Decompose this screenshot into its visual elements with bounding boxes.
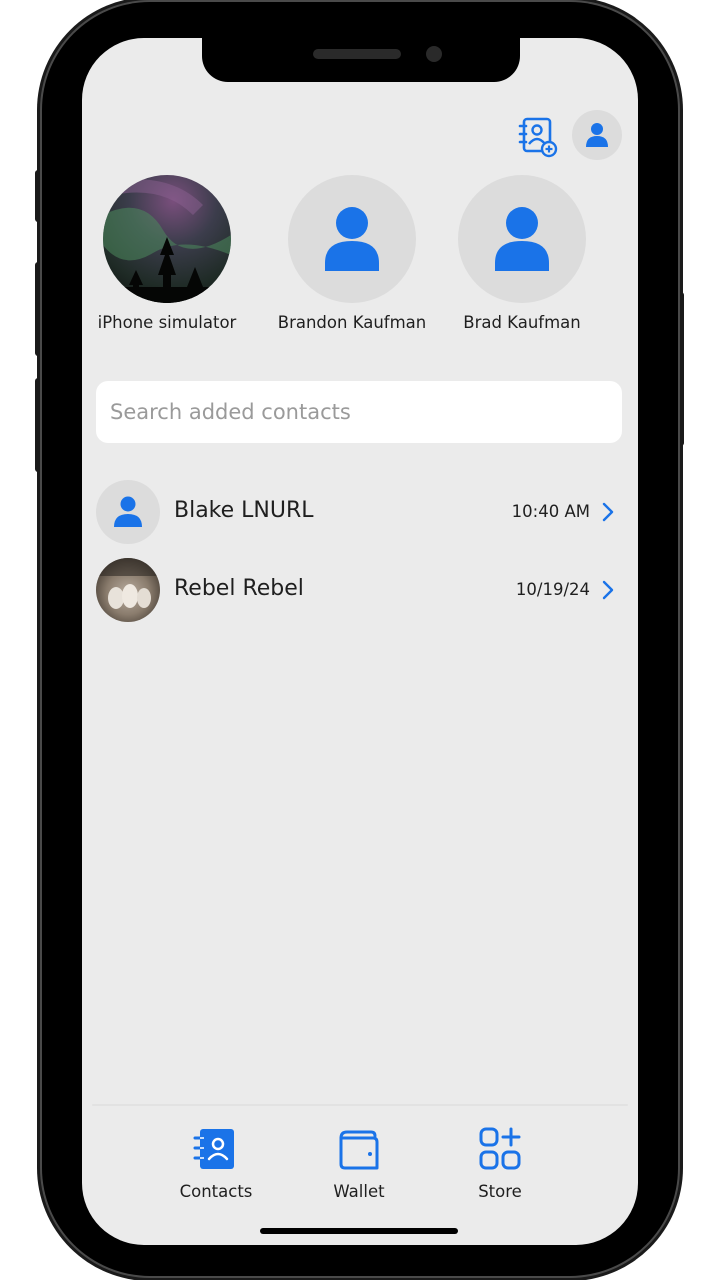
search-input[interactable] — [96, 381, 622, 443]
address-book-plus-icon[interactable] — [516, 115, 560, 159]
pinned-contact-name: Brad Kaufman — [463, 313, 581, 332]
person-icon — [495, 207, 549, 271]
home-indicator — [260, 1228, 458, 1234]
contact-name: Blake LNURL — [174, 498, 314, 523]
speaker — [313, 49, 401, 59]
tab-contacts[interactable]: Contacts — [156, 1126, 276, 1201]
photo-avatar — [96, 558, 160, 622]
contact-row[interactable]: Blake LNURL 10:40 AM — [96, 480, 622, 546]
app-screen: iPhone simulator Brandon Kaufman Brad Ka… — [82, 38, 638, 1245]
person-icon — [325, 207, 379, 271]
chevron-right-icon — [602, 502, 614, 522]
pinned-contact-name: iPhone simulator — [97, 313, 237, 332]
tab-label: Contacts — [179, 1182, 253, 1201]
pinned-contact-name: Brandon Kaufman — [277, 313, 427, 332]
aurora-photo-avatar — [103, 175, 231, 303]
phone-frame: iPhone simulator Brandon Kaufman Brad Ka… — [42, 2, 678, 1276]
tab-label: Store — [478, 1182, 522, 1201]
avatar — [288, 175, 416, 303]
person-icon — [586, 123, 608, 147]
avatar — [96, 480, 160, 544]
last-message-time: 10:40 AM — [511, 502, 590, 521]
contacts-book-icon — [193, 1129, 234, 1169]
contact-name: Rebel Rebel — [174, 576, 304, 601]
pinned-contact[interactable]: Brad Kaufman — [442, 175, 602, 332]
profile-button[interactable] — [572, 110, 622, 160]
person-icon — [114, 496, 142, 527]
avatar — [458, 175, 586, 303]
pinned-contact[interactable]: iPhone simulator — [87, 175, 247, 332]
notch — [202, 38, 520, 82]
tab-store[interactable]: Store — [440, 1126, 560, 1201]
tab-label: Wallet — [333, 1182, 385, 1201]
pinned-contact[interactable]: Brandon Kaufman — [272, 175, 432, 332]
chevron-right-icon — [602, 580, 614, 600]
nav-divider — [92, 1104, 628, 1106]
tab-wallet[interactable]: Wallet — [299, 1126, 419, 1201]
last-message-time: 10/19/24 — [515, 580, 590, 599]
apps-grid-plus-icon — [479, 1127, 521, 1170]
contact-row[interactable]: Rebel Rebel 10/19/24 — [96, 558, 622, 624]
front-camera — [426, 46, 442, 62]
wallet-icon — [339, 1130, 379, 1170]
